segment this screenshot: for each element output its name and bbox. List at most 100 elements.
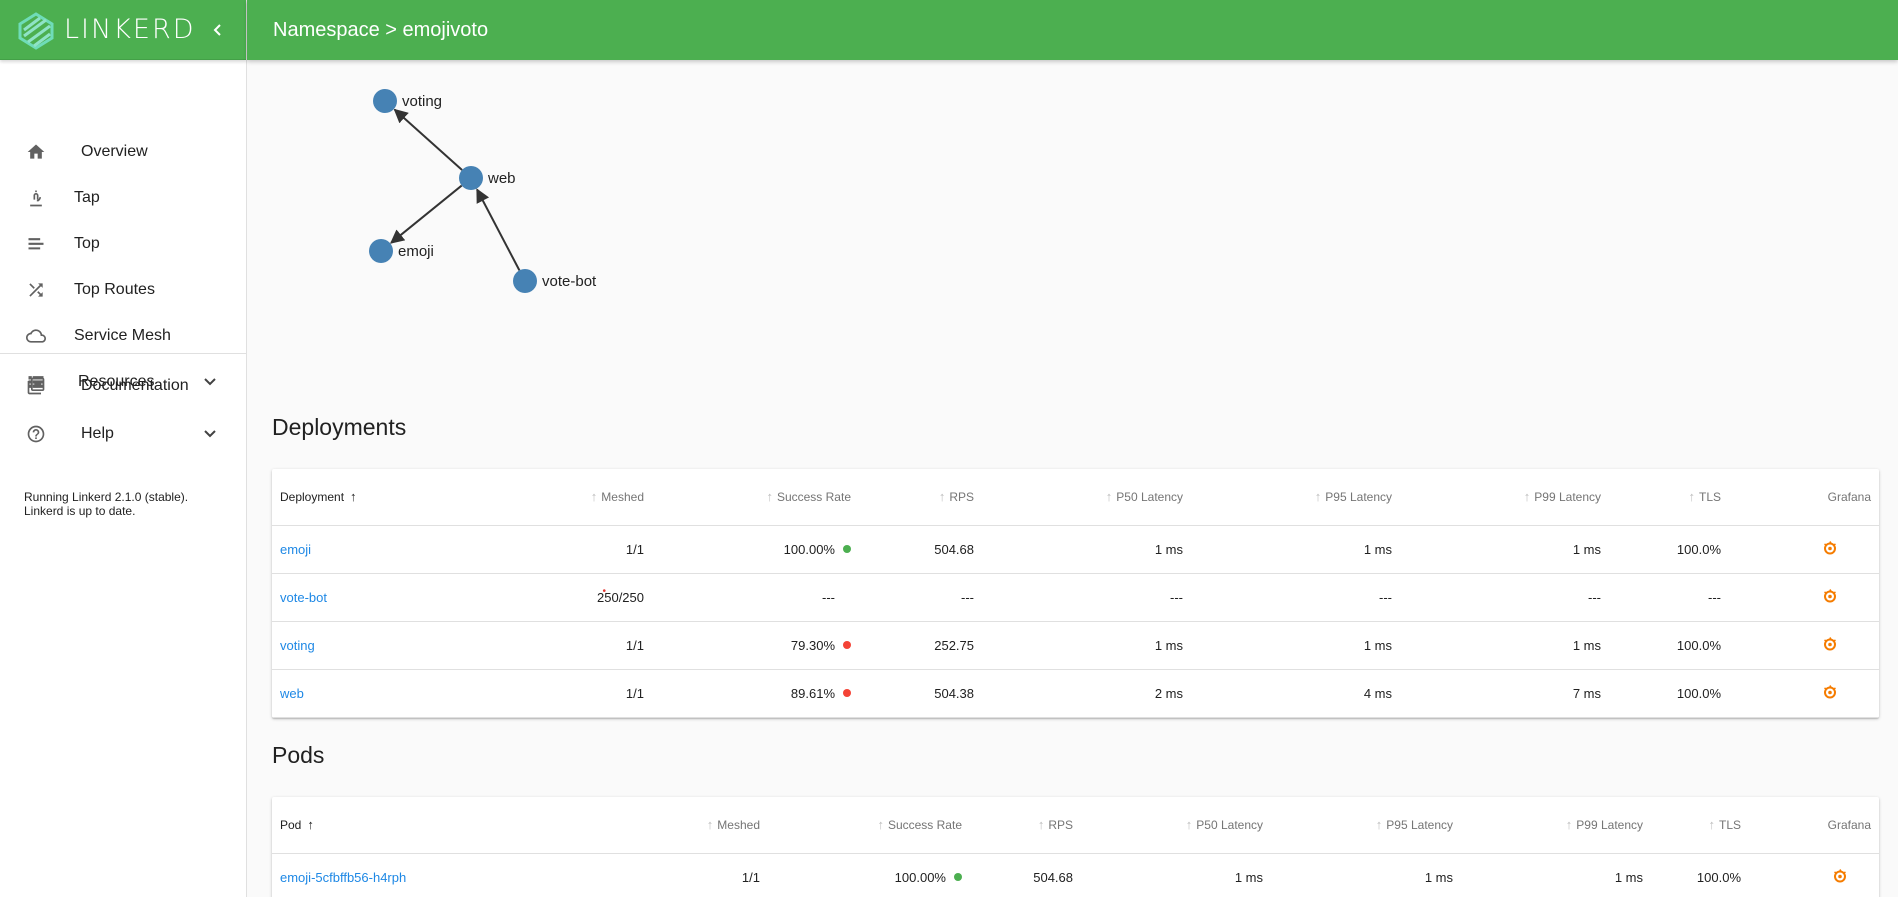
table-row: emoji 1/1 100.00% 504.68 1 ms 1 ms 1 ms 100.0% <box>272 525 1879 574</box>
table-row: web 1/1 89.61% 504.38 2 ms 4 ms 7 ms 100.0% <box>272 669 1879 718</box>
rps-value: 504.68 <box>934 541 974 557</box>
p50-value: 1 ms <box>1234 869 1263 885</box>
column-header-rps[interactable]: ↑ RPS <box>970 797 1081 854</box>
p50-value: --- <box>1170 589 1183 605</box>
p95-value: 1 ms <box>1363 541 1392 557</box>
resource-link[interactable]: emoji <box>280 542 311 557</box>
pods-table: Pod ↑ ↑ Meshed ↑ Success Rate ↑ RPS ↑ P50 Lat… <box>272 797 1879 897</box>
grafana-icon[interactable] <box>1822 636 1838 652</box>
tls-value: 100.0% <box>1676 685 1721 701</box>
rps-value: 504.68 <box>1033 869 1073 885</box>
column-header-pod[interactable]: Pod ↑ <box>272 797 568 854</box>
sidebar-item-label: Overview <box>81 143 148 160</box>
graph-node-web[interactable] <box>459 166 483 190</box>
column-header-success-rate[interactable]: ↑ Success Rate <box>652 469 859 526</box>
version-info: Running Linkerd 2.1.0 (stable). Linkerd … <box>24 490 188 518</box>
update-status: Linkerd is up to date. <box>24 504 136 518</box>
p99-value: 1 ms <box>1572 541 1601 557</box>
sort-arrow-icon: ↑ <box>1688 489 1695 505</box>
deployments-table-card: Deployment ↑ ↑ Meshed ↑ Success Rate ↑ RPS ↑… <box>272 469 1879 718</box>
graph-node-label: vote-bot <box>542 273 597 290</box>
grafana-icon[interactable] <box>1822 540 1838 556</box>
sidebar-item-top-routes[interactable]: Top Routes <box>0 267 246 313</box>
sidebar-item-tap[interactable]: Tap <box>0 175 246 221</box>
sort-arrow-icon: ↑ <box>877 817 884 833</box>
success-rate-value: --- <box>822 589 835 605</box>
column-header-grafana: Grafana <box>1749 797 1879 854</box>
tls-value: 100.0% <box>1696 869 1741 885</box>
column-header-p99[interactable]: ↑ P99 Latency <box>1461 797 1651 854</box>
table-header-row: Pod ↑ ↑ Meshed ↑ Success Rate ↑ RPS ↑ P50 Lat… <box>272 797 1879 854</box>
table-header-row: Deployment ↑ ↑ Meshed ↑ Success Rate ↑ RPS ↑… <box>272 469 1879 526</box>
sort-arrow-icon: ↑ <box>1037 817 1045 833</box>
grafana-icon[interactable] <box>1832 868 1848 884</box>
resource-link[interactable]: web <box>280 686 304 701</box>
chevron-left-icon[interactable] <box>206 18 230 42</box>
sidebar-item-documentation[interactable]: Documentation <box>0 363 246 409</box>
sidebar-divider <box>0 353 246 354</box>
grafana-icon[interactable] <box>1822 588 1838 604</box>
list-icon <box>24 232 48 256</box>
column-header-tls[interactable]: ↑ TLS <box>1651 797 1749 854</box>
status-dot <box>843 689 851 698</box>
shuffle-icon <box>24 278 48 302</box>
column-header-deployment[interactable]: Deployment ↑ <box>272 469 442 526</box>
status-dot <box>843 593 851 601</box>
breadcrumb: Namespace > emojivoto <box>273 18 489 41</box>
home-icon <box>24 140 48 164</box>
sort-arrow-icon: ↑ <box>766 489 773 505</box>
resource-link[interactable]: emoji-5cfbffb56-h4rph <box>280 870 406 885</box>
p99-value: 1 ms <box>1614 869 1643 885</box>
graph-node-vote-bot[interactable] <box>513 269 537 293</box>
sidebar-item-label: Service Mesh <box>74 327 171 344</box>
grafana-icon[interactable] <box>1822 684 1838 700</box>
brand-bar: LINKERD <box>0 0 246 60</box>
cloud-icon <box>24 324 48 348</box>
column-header-p50[interactable]: ↑ P50 Latency <box>1081 797 1271 854</box>
success-rate-value: 100.00% <box>783 541 835 557</box>
pods-table-card: Pod ↑ ↑ Meshed ↑ Success Rate ↑ RPS ↑ P50 Lat… <box>272 797 1879 897</box>
graph-node-emoji[interactable] <box>369 239 393 263</box>
resource-link[interactable]: vote-bot <box>280 590 327 605</box>
resource-link[interactable]: voting <box>280 638 315 653</box>
sidebar-item-label: Tap <box>74 189 100 206</box>
graph-edge-web-to-voting <box>393 108 463 171</box>
app-bar: Namespace > emojivoto <box>247 0 1898 60</box>
graph-node-label: emoji <box>398 243 434 260</box>
success-rate-value: 89.61% <box>790 685 835 701</box>
column-header-p50[interactable]: ↑ P50 Latency <box>982 469 1191 526</box>
graph-edge-web-to-emoji <box>390 184 463 244</box>
meshed-value: 1/1 <box>625 685 644 701</box>
meshed-value: 1/1 <box>625 637 644 653</box>
version-line: Running Linkerd 2.1.0 (stable). <box>24 490 189 504</box>
column-header-meshed[interactable]: ↑ Meshed <box>442 469 652 526</box>
column-header-p99[interactable]: ↑ P99 Latency <box>1400 469 1609 526</box>
sort-arrow-icon: ↑ <box>1314 489 1322 505</box>
column-header-grafana: Grafana <box>1729 469 1879 526</box>
p95-value: 1 ms <box>1424 869 1453 885</box>
column-header-tls[interactable]: ↑ TLS <box>1609 469 1729 526</box>
sidebar-item-label: Help <box>81 425 114 442</box>
sort-arrow-icon: ↑ <box>350 489 357 505</box>
rps-value: 504.38 <box>934 685 974 701</box>
column-header-p95[interactable]: ↑ P95 Latency <box>1191 469 1400 526</box>
sidebar-item-top[interactable]: Top <box>0 221 246 267</box>
column-header-rps[interactable]: ↑ RPS <box>859 469 982 526</box>
sort-arrow-icon: ↑ <box>1375 817 1383 833</box>
p50-value: 1 ms <box>1154 541 1183 557</box>
sidebar-item-label: Documentation <box>81 377 189 394</box>
graph-node-label: web <box>487 170 516 187</box>
column-header-p95[interactable]: ↑ P95 Latency <box>1271 797 1461 854</box>
meshed-warning-mark: • <box>602 585 606 597</box>
linkerd-logo-icon <box>18 11 54 50</box>
graph-node-voting[interactable] <box>373 89 397 113</box>
sidebar: LINKERD Overview Tap Top Top Routes Serv… <box>0 0 247 897</box>
sidebar-item-overview[interactable]: Overview <box>0 129 246 175</box>
sort-arrow-icon: ↑ <box>1523 489 1531 505</box>
column-header-meshed[interactable]: ↑ Meshed <box>568 797 768 854</box>
column-header-success-rate[interactable]: ↑ Success Rate <box>768 797 970 854</box>
status-dot <box>954 873 962 882</box>
p95-value: --- <box>1379 589 1392 605</box>
success-rate-value: 79.30% <box>790 637 835 653</box>
sidebar-item-help[interactable]: Help <box>0 411 246 457</box>
